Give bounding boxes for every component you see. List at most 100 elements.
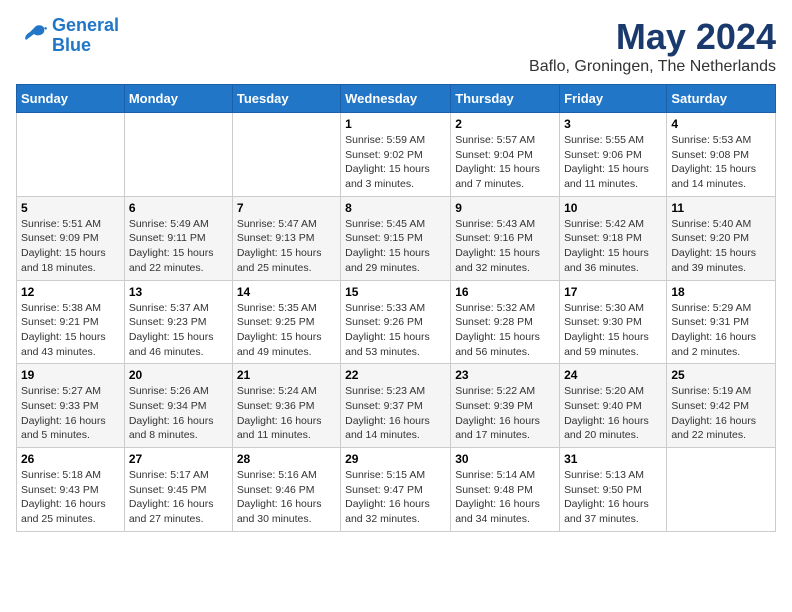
- day-info: Sunrise: 5:45 AMSunset: 9:15 PMDaylight:…: [345, 217, 446, 276]
- day-info: Sunrise: 5:17 AMSunset: 9:45 PMDaylight:…: [129, 468, 228, 527]
- day-info: Sunrise: 5:19 AMSunset: 9:42 PMDaylight:…: [671, 384, 771, 443]
- calendar-week-row: 19 Sunrise: 5:27 AMSunset: 9:33 PMDayligh…: [17, 364, 776, 448]
- day-info: Sunrise: 5:43 AMSunset: 9:16 PMDaylight:…: [455, 217, 555, 276]
- day-number: 4: [671, 117, 771, 131]
- calendar-week-row: 12 Sunrise: 5:38 AMSunset: 9:21 PMDayligh…: [17, 280, 776, 364]
- day-number: 3: [564, 117, 662, 131]
- day-number: 31: [564, 452, 662, 466]
- calendar-cell: 20 Sunrise: 5:26 AMSunset: 9:34 PMDayligh…: [124, 364, 232, 448]
- calendar-cell: [232, 113, 340, 197]
- calendar-cell: 15Sunrise: 5:33 AMSunset: 9:26 PMDayligh…: [341, 280, 451, 364]
- calendar-cell: 11Sunrise: 5:40 AMSunset: 9:20 PMDayligh…: [667, 196, 776, 280]
- weekday-header-cell: Friday: [560, 85, 667, 113]
- day-number: 17: [564, 285, 662, 299]
- calendar-cell: 16 Sunrise: 5:32 AMSunset: 9:28 PMDayligh…: [451, 280, 560, 364]
- calendar-cell: 19 Sunrise: 5:27 AMSunset: 9:33 PMDayligh…: [17, 364, 125, 448]
- day-number: 13: [129, 285, 228, 299]
- day-info: Sunrise: 5:18 AMSunset: 9:43 PMDaylight:…: [21, 468, 120, 527]
- day-info: Sunrise: 5:27 AMSunset: 9:33 PMDaylight:…: [21, 384, 120, 443]
- calendar-cell: 14 Sunrise: 5:35 AMSunset: 9:25 PMDayligh…: [232, 280, 340, 364]
- calendar-cell: 2 Sunrise: 5:57 AMSunset: 9:04 PMDaylight…: [451, 113, 560, 197]
- calendar-cell: 10 Sunrise: 5:42 AMSunset: 9:18 PMDayligh…: [560, 196, 667, 280]
- calendar-week-row: 5Sunrise: 5:51 AMSunset: 9:09 PMDaylight…: [17, 196, 776, 280]
- weekday-header-cell: Wednesday: [341, 85, 451, 113]
- day-info: Sunrise: 5:53 AMSunset: 9:08 PMDaylight:…: [671, 133, 771, 192]
- day-info: Sunrise: 5:37 AMSunset: 9:23 PMDaylight:…: [129, 301, 228, 360]
- day-number: 1: [345, 117, 446, 131]
- calendar-cell: 9Sunrise: 5:43 AMSunset: 9:16 PMDaylight…: [451, 196, 560, 280]
- weekday-header-cell: Sunday: [17, 85, 125, 113]
- day-info: Sunrise: 5:24 AMSunset: 9:36 PMDaylight:…: [237, 384, 336, 443]
- calendar-cell: [124, 113, 232, 197]
- day-info: Sunrise: 5:26 AMSunset: 9:34 PMDaylight:…: [129, 384, 228, 443]
- page-header: General Blue May 2024 Baflo, Groningen, …: [16, 16, 776, 76]
- day-info: Sunrise: 5:57 AMSunset: 9:04 PMDaylight:…: [455, 133, 555, 192]
- day-number: 21: [237, 368, 336, 382]
- day-number: 12: [21, 285, 120, 299]
- day-number: 20: [129, 368, 228, 382]
- day-info: Sunrise: 5:15 AMSunset: 9:47 PMDaylight:…: [345, 468, 446, 527]
- calendar-cell: 26Sunrise: 5:18 AMSunset: 9:43 PMDayligh…: [17, 448, 125, 532]
- day-number: 14: [237, 285, 336, 299]
- logo-icon: [16, 22, 48, 50]
- day-number: 27: [129, 452, 228, 466]
- calendar-cell: 3 Sunrise: 5:55 AMSunset: 9:06 PMDaylight…: [560, 113, 667, 197]
- day-number: 2: [455, 117, 555, 131]
- day-info: Sunrise: 5:20 AMSunset: 9:40 PMDaylight:…: [564, 384, 662, 443]
- day-info: Sunrise: 5:14 AMSunset: 9:48 PMDaylight:…: [455, 468, 555, 527]
- day-info: Sunrise: 5:33 AMSunset: 9:26 PMDaylight:…: [345, 301, 446, 360]
- day-info: Sunrise: 5:29 AMSunset: 9:31 PMDaylight:…: [671, 301, 771, 360]
- day-info: Sunrise: 5:51 AMSunset: 9:09 PMDaylight:…: [21, 217, 120, 276]
- day-number: 10: [564, 201, 662, 215]
- calendar-cell: 27 Sunrise: 5:17 AMSunset: 9:45 PMDayligh…: [124, 448, 232, 532]
- calendar-week-row: 1 Sunrise: 5:59 AMSunset: 9:02 PMDaylight…: [17, 113, 776, 197]
- day-number: 7: [237, 201, 336, 215]
- day-info: Sunrise: 5:16 AMSunset: 9:46 PMDaylight:…: [237, 468, 336, 527]
- day-number: 23: [455, 368, 555, 382]
- day-info: Sunrise: 5:13 AMSunset: 9:50 PMDaylight:…: [564, 468, 662, 527]
- calendar-cell: 8 Sunrise: 5:45 AMSunset: 9:15 PMDaylight…: [341, 196, 451, 280]
- day-number: 16: [455, 285, 555, 299]
- calendar-cell: 28Sunrise: 5:16 AMSunset: 9:46 PMDayligh…: [232, 448, 340, 532]
- day-info: Sunrise: 5:38 AMSunset: 9:21 PMDaylight:…: [21, 301, 120, 360]
- weekday-header-cell: Tuesday: [232, 85, 340, 113]
- calendar-cell: 17Sunrise: 5:30 AMSunset: 9:30 PMDayligh…: [560, 280, 667, 364]
- day-number: 29: [345, 452, 446, 466]
- day-info: Sunrise: 5:35 AMSunset: 9:25 PMDaylight:…: [237, 301, 336, 360]
- calendar-cell: 7Sunrise: 5:47 AMSunset: 9:13 PMDaylight…: [232, 196, 340, 280]
- calendar-cell: 29 Sunrise: 5:15 AMSunset: 9:47 PMDayligh…: [341, 448, 451, 532]
- calendar-week-row: 26Sunrise: 5:18 AMSunset: 9:43 PMDayligh…: [17, 448, 776, 532]
- logo: General Blue: [16, 16, 119, 56]
- logo-text: General Blue: [52, 16, 119, 56]
- weekday-header-cell: Monday: [124, 85, 232, 113]
- weekday-header-row: SundayMondayTuesdayWednesdayThursdayFrid…: [17, 85, 776, 113]
- day-info: Sunrise: 5:49 AMSunset: 9:11 PMDaylight:…: [129, 217, 228, 276]
- calendar-body: 1 Sunrise: 5:59 AMSunset: 9:02 PMDaylight…: [17, 113, 776, 532]
- title-block: May 2024 Baflo, Groningen, The Netherlan…: [529, 16, 776, 76]
- calendar-cell: 22 Sunrise: 5:23 AMSunset: 9:37 PMDayligh…: [341, 364, 451, 448]
- calendar-cell: [17, 113, 125, 197]
- day-info: Sunrise: 5:42 AMSunset: 9:18 PMDaylight:…: [564, 217, 662, 276]
- weekday-header-cell: Thursday: [451, 85, 560, 113]
- calendar-cell: 25 Sunrise: 5:19 AMSunset: 9:42 PMDayligh…: [667, 364, 776, 448]
- day-info: Sunrise: 5:22 AMSunset: 9:39 PMDaylight:…: [455, 384, 555, 443]
- day-number: 11: [671, 201, 771, 215]
- calendar-cell: 13 Sunrise: 5:37 AMSunset: 9:23 PMDayligh…: [124, 280, 232, 364]
- calendar-cell: 21 Sunrise: 5:24 AMSunset: 9:36 PMDayligh…: [232, 364, 340, 448]
- calendar-cell: 23 Sunrise: 5:22 AMSunset: 9:39 PMDayligh…: [451, 364, 560, 448]
- day-number: 19: [21, 368, 120, 382]
- day-number: 25: [671, 368, 771, 382]
- day-info: Sunrise: 5:23 AMSunset: 9:37 PMDaylight:…: [345, 384, 446, 443]
- calendar-cell: 5Sunrise: 5:51 AMSunset: 9:09 PMDaylight…: [17, 196, 125, 280]
- day-number: 22: [345, 368, 446, 382]
- weekday-header-cell: Saturday: [667, 85, 776, 113]
- day-info: Sunrise: 5:55 AMSunset: 9:06 PMDaylight:…: [564, 133, 662, 192]
- day-number: 18: [671, 285, 771, 299]
- day-info: Sunrise: 5:59 AMSunset: 9:02 PMDaylight:…: [345, 133, 446, 192]
- day-number: 8: [345, 201, 446, 215]
- day-info: Sunrise: 5:32 AMSunset: 9:28 PMDaylight:…: [455, 301, 555, 360]
- calendar-cell: 12 Sunrise: 5:38 AMSunset: 9:21 PMDayligh…: [17, 280, 125, 364]
- location-title: Baflo, Groningen, The Netherlands: [529, 58, 776, 76]
- calendar-cell: 4 Sunrise: 5:53 AMSunset: 9:08 PMDaylight…: [667, 113, 776, 197]
- calendar-cell: [667, 448, 776, 532]
